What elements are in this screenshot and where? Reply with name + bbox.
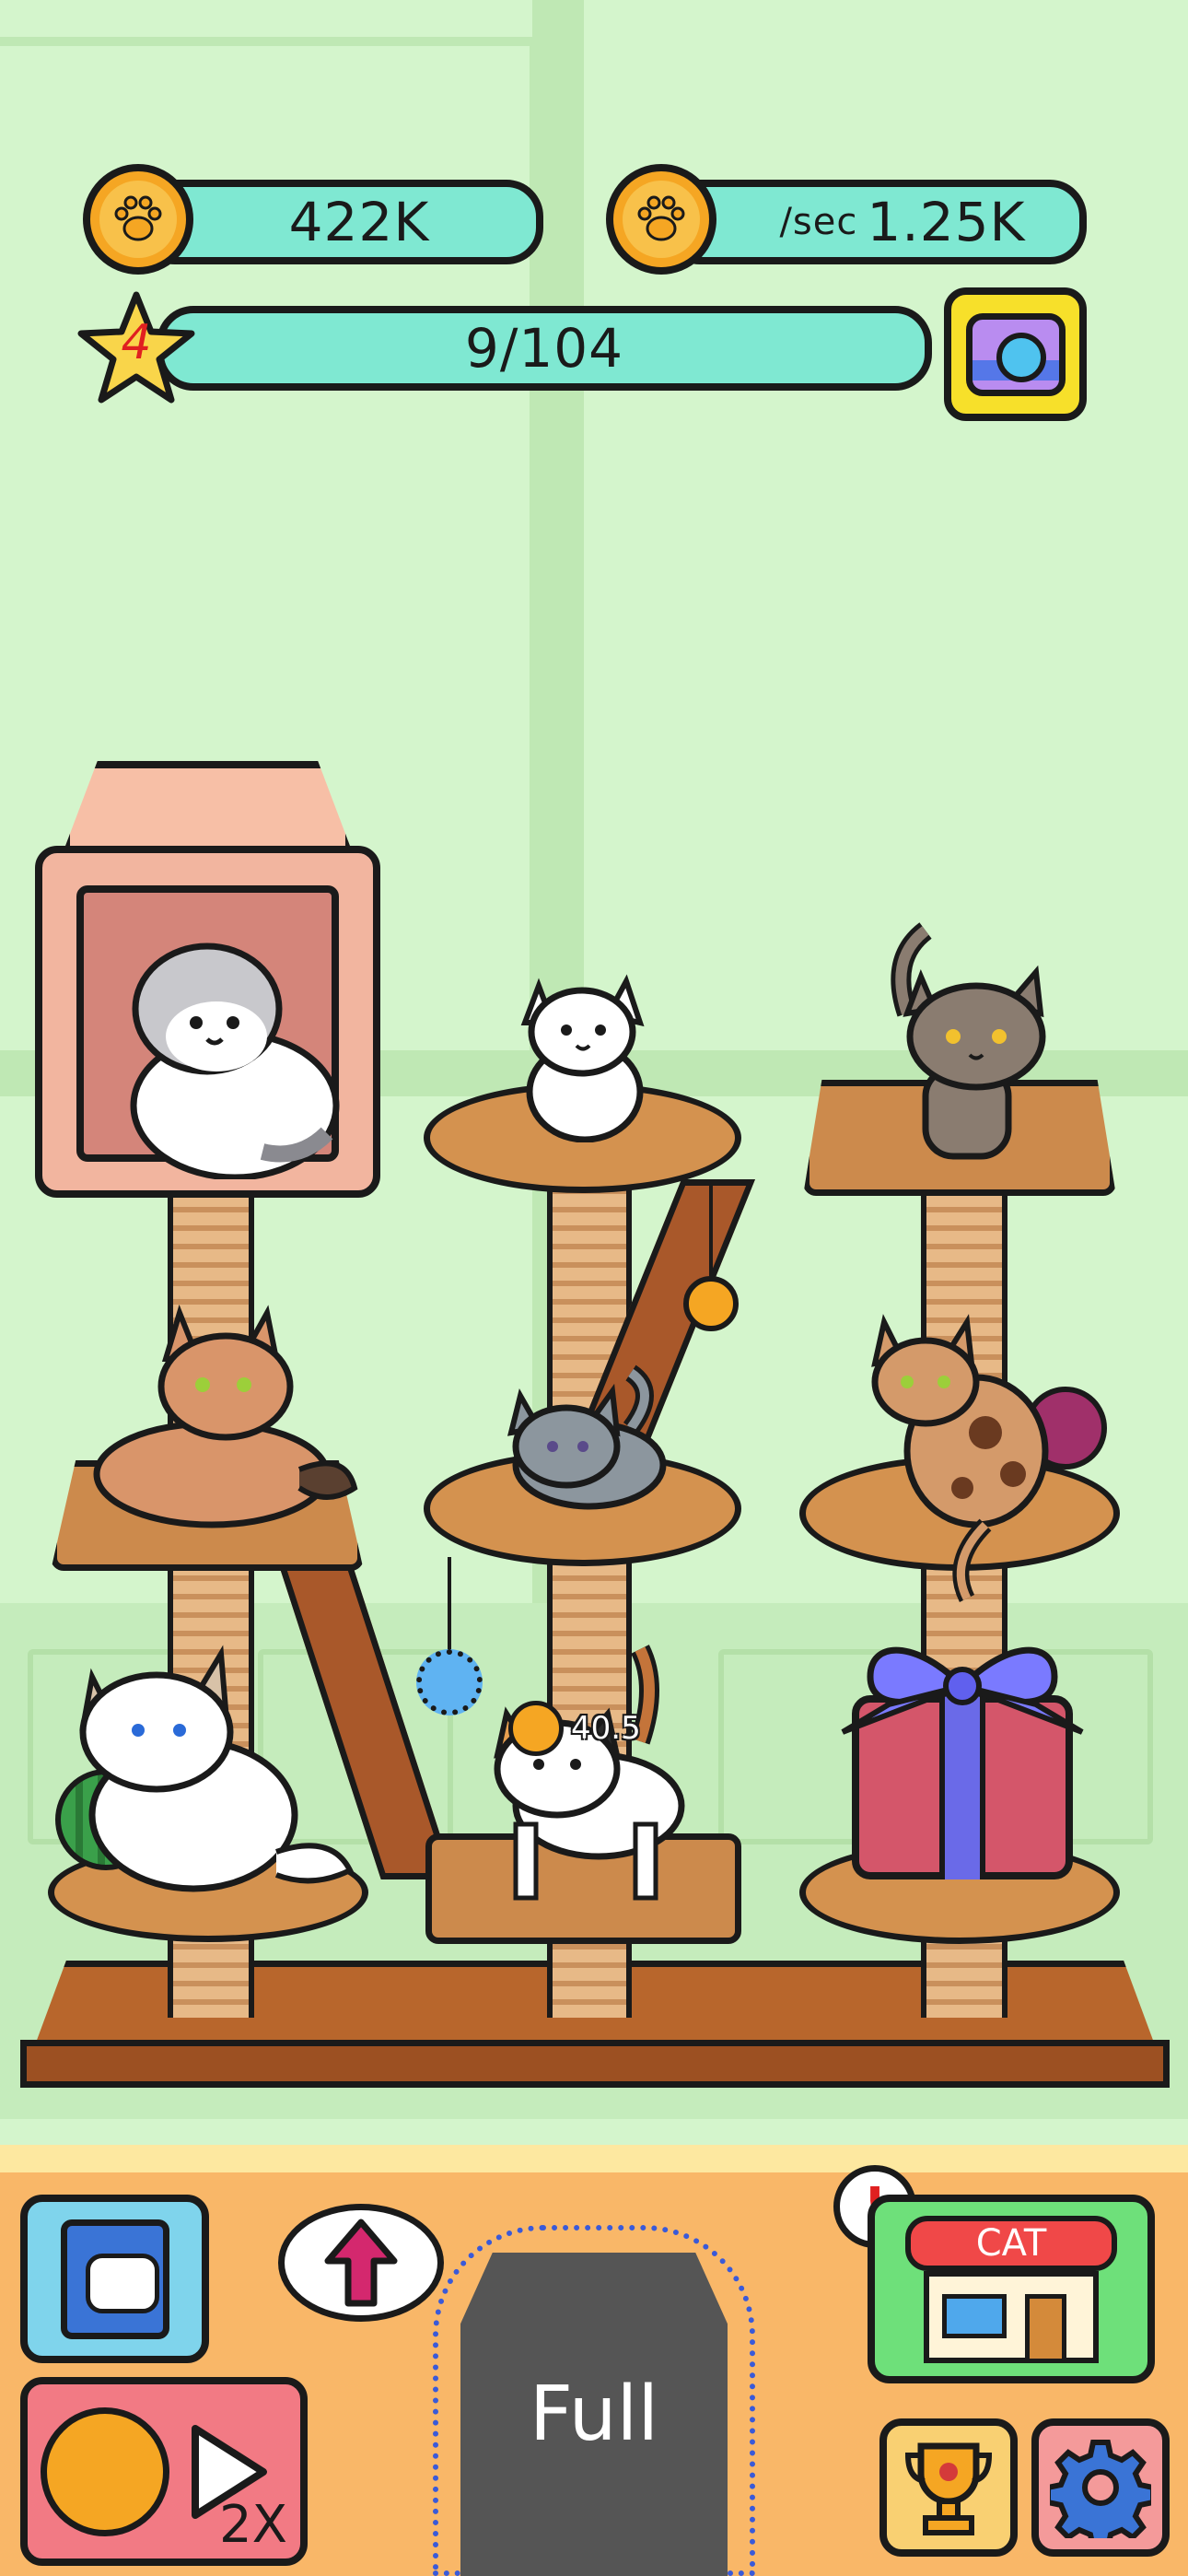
cat-scottish-fold[interactable]	[115, 931, 341, 1181]
income-rate-bar: /sec 1.25K	[663, 180, 1087, 264]
coin-counter-bar: 422K	[138, 180, 543, 264]
pompom-toy[interactable]	[416, 1649, 483, 1715]
pompom-string	[448, 1557, 451, 1649]
collection-progress-bar: 9/104	[157, 306, 932, 391]
cat-shop-icon: CAT	[905, 2215, 1117, 2363]
coin-count: 422K	[288, 191, 430, 253]
upgrade-bubble[interactable]	[278, 2204, 444, 2333]
cat-white-kitten[interactable]	[497, 958, 672, 1143]
boost-button[interactable]: 2X	[20, 2377, 308, 2566]
gear-icon	[1050, 2440, 1151, 2538]
camera-button[interactable]	[944, 287, 1087, 421]
star-icon: 4	[72, 287, 201, 412]
cat-ragdoll[interactable]	[64, 1640, 359, 1898]
trophy-button[interactable]	[879, 2418, 1018, 2557]
paw-coin-icon	[41, 2406, 169, 2536]
camera-icon	[965, 312, 1066, 396]
gift-box[interactable]	[833, 1631, 1091, 1879]
floating-coin-reward[interactable]: 40.5	[508, 1701, 641, 1756]
rate-value: 1.25K	[867, 191, 1026, 253]
rate-unit: /sec	[779, 201, 858, 243]
settings-button[interactable]	[1031, 2418, 1170, 2557]
cat-gray-tabby[interactable]	[879, 921, 1064, 1161]
cat-shop-button[interactable]: CAT	[868, 2195, 1155, 2383]
upgrade-arrow-icon	[324, 2219, 398, 2307]
carrier-status-label: Full	[529, 2371, 659, 2458]
boost-multiplier: 2X	[219, 2495, 287, 2555]
cat-book-icon	[60, 2219, 169, 2339]
paw-coin-icon	[83, 164, 193, 275]
cat-russian-blue[interactable]	[502, 1354, 668, 1511]
paw-coin-icon	[508, 1701, 564, 1756]
paw-coin-icon	[606, 164, 716, 275]
bottom-divider	[0, 2145, 1188, 2172]
cat-longhair-tortie[interactable]	[87, 1304, 364, 1529]
cat-bengal[interactable]	[866, 1313, 1050, 1608]
trophy-icon	[904, 2442, 993, 2535]
collection-count: 9/104	[464, 317, 624, 380]
cat-calico[interactable]	[488, 1640, 691, 1907]
cat-book-button[interactable]	[20, 2195, 209, 2363]
bell-string	[709, 1179, 713, 1276]
tree-base-outline	[20, 2040, 1170, 2088]
shop-sign-text: CAT	[975, 2221, 1047, 2265]
bell-toy[interactable]	[683, 1276, 739, 1331]
level-number: 4	[121, 315, 152, 370]
reward-amount: 40.5	[571, 1710, 641, 1747]
cat-carrier-button[interactable]: Full	[433, 2225, 755, 2576]
window-frame	[0, 37, 543, 46]
